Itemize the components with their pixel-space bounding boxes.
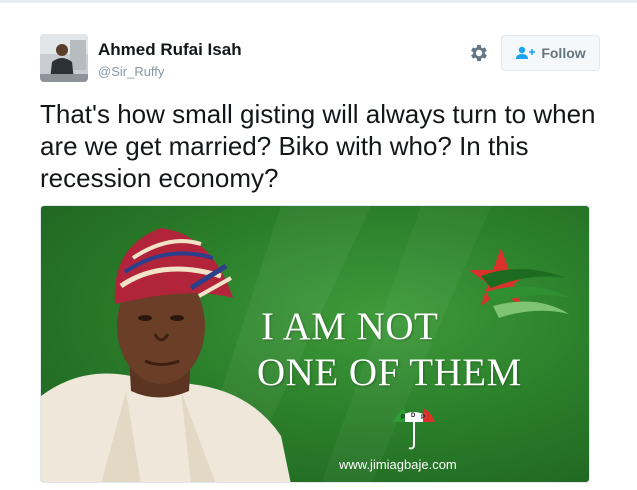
- top-divider: [0, 0, 637, 3]
- gear-icon[interactable]: [468, 42, 490, 64]
- author-name[interactable]: Ahmed Rufai Isah: [98, 40, 242, 60]
- person-plus-icon: [516, 46, 536, 59]
- banner-headline-line2: ONE OF THEM: [257, 351, 522, 394]
- follow-label: Follow: [541, 45, 586, 61]
- banner-website: www.jimiagbaje.com: [339, 457, 457, 472]
- banner-headline-line1: I AM NOT: [261, 305, 439, 348]
- author-handle[interactable]: @Sir_Ruffy: [98, 64, 164, 79]
- logo-letter-p1: P: [401, 415, 405, 421]
- logo-letter-d: D: [411, 413, 416, 419]
- tweet-media-image[interactable]: P D P I AM NOT ONE OF THEM www.jimiagbaj…: [40, 205, 590, 483]
- tweet-text: That's how small gisting will always tur…: [40, 99, 596, 193]
- logo-letter-p2: P: [421, 415, 425, 421]
- follow-button[interactable]: Follow: [501, 35, 600, 71]
- avatar[interactable]: [40, 34, 88, 82]
- avatar-photo: [40, 34, 88, 82]
